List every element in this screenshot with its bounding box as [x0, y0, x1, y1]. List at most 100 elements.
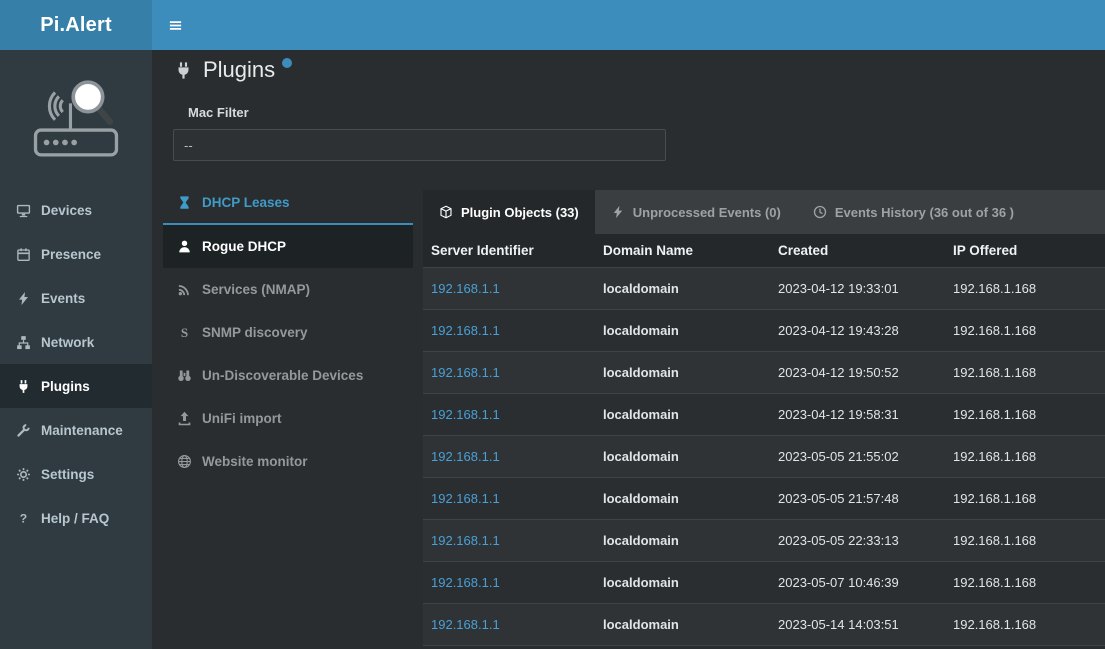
brand-logo[interactable]: Pi.Alert — [0, 0, 152, 50]
cell-server-identifier[interactable]: 192.168.1.1 — [423, 491, 595, 506]
info-badge[interactable] — [282, 58, 292, 68]
cell-server-identifier[interactable]: 192.168.1.1 — [423, 617, 595, 632]
tab-label: Events History (36 out of 36 ) — [835, 205, 1014, 220]
s-icon: S — [175, 325, 193, 340]
cell-domain-name: localdomain — [595, 533, 770, 548]
plugin-list: DHCP Leases Rogue DHCP Services (NMAP) S SNM… — [163, 182, 413, 483]
events-icon — [14, 291, 32, 306]
sidebar-item-label: Help / FAQ — [41, 511, 109, 526]
tab-label: Plugin Objects (33) — [461, 205, 579, 220]
plugin-item-rogue-dhcp[interactable]: Rogue DHCP — [163, 225, 413, 268]
table-row: 192.168.1.1localdomain2023-04-12 19:43:2… — [423, 310, 1105, 352]
cell-ip-offered: 192.168.1.168 — [945, 323, 1105, 338]
sidebar-item-label: Devices — [41, 203, 92, 218]
page-header: Plugins — [174, 55, 292, 85]
table-row: 192.168.1.1localdomain2023-05-05 22:33:1… — [423, 520, 1105, 562]
cell-domain-name: localdomain — [595, 449, 770, 464]
cell-created: 2023-04-12 19:50:52 — [770, 365, 945, 380]
plugin-item-snmp-discovery[interactable]: S SNMP discovery — [163, 311, 413, 354]
sidebar-item-label: Plugins — [41, 379, 90, 394]
cell-ip-offered: 192.168.1.168 — [945, 281, 1105, 296]
plugin-item-label: SNMP discovery — [202, 325, 308, 340]
plugin-item-label: DHCP Leases — [202, 195, 290, 210]
svg-text:?: ? — [19, 511, 26, 525]
network-icon — [14, 335, 32, 350]
bolt-icon — [611, 205, 625, 219]
plugin-item-unifi-import[interactable]: UniFi import — [163, 397, 413, 440]
table-row: 192.168.1.1localdomain2023-05-07 10:46:3… — [423, 562, 1105, 604]
hourglass-icon — [175, 195, 193, 210]
cell-ip-offered: 192.168.1.168 — [945, 617, 1105, 632]
plugin-item-website-monitor[interactable]: Website monitor — [163, 440, 413, 483]
sidebar-item-label: Events — [41, 291, 85, 306]
plugin-item-label: Services (NMAP) — [202, 282, 310, 297]
page-title: Plugins — [203, 55, 275, 85]
cell-created: 2023-04-12 19:58:31 — [770, 407, 945, 422]
cell-server-identifier[interactable]: 192.168.1.1 — [423, 281, 595, 296]
cell-created: 2023-05-05 21:55:02 — [770, 449, 945, 464]
plugins-icon — [14, 379, 32, 394]
tab-events-history-36-out-of-36[interactable]: Events History (36 out of 36 ) — [797, 190, 1030, 234]
plugin-item-label: Rogue DHCP — [202, 239, 286, 254]
plug-icon — [174, 61, 193, 80]
cell-created: 2023-05-05 21:57:48 — [770, 491, 945, 506]
plugin-item-label: Un-Discoverable Devices — [202, 368, 363, 383]
cell-server-identifier[interactable]: 192.168.1.1 — [423, 533, 595, 548]
sidebar-item-plugins[interactable]: Plugins — [0, 364, 152, 408]
cell-server-identifier[interactable]: 192.168.1.1 — [423, 365, 595, 380]
cell-domain-name: localdomain — [595, 365, 770, 380]
upload-icon — [175, 411, 193, 426]
sidebar-nav: Devices Presence Events Network Plugins Maint… — [0, 188, 152, 540]
tab-plugin-objects-33[interactable]: Plugin Objects (33) — [423, 190, 595, 234]
cell-domain-name: localdomain — [595, 575, 770, 590]
tab-bar: Plugin Objects (33) Unprocessed Events (0… — [423, 190, 1105, 234]
plugin-objects-table: Server IdentifierDomain NameCreatedIP Of… — [423, 234, 1105, 646]
column-header-domain-name[interactable]: Domain Name — [595, 243, 770, 258]
sidebar-item-devices[interactable]: Devices — [0, 188, 152, 232]
plugin-item-dhcp-leases[interactable]: DHCP Leases — [163, 182, 413, 225]
mac-filter-input[interactable] — [173, 129, 666, 161]
presence-icon — [14, 247, 32, 262]
tab-unprocessed-events-0[interactable]: Unprocessed Events (0) — [595, 190, 797, 234]
clock-icon — [813, 205, 827, 219]
app-logo — [0, 50, 152, 188]
help-icon: ? — [14, 511, 32, 526]
column-header-server-identifier[interactable]: Server Identifier — [423, 243, 595, 258]
sidebar-item-presence[interactable]: Presence — [0, 232, 152, 276]
sidebar-item-help-faq[interactable]: ? Help / FAQ — [0, 496, 152, 540]
cell-domain-name: localdomain — [595, 407, 770, 422]
cell-ip-offered: 192.168.1.168 — [945, 449, 1105, 464]
cell-created: 2023-05-05 22:33:13 — [770, 533, 945, 548]
globe-icon — [175, 454, 193, 469]
column-header-ip-offered[interactable]: IP Offered — [945, 243, 1105, 258]
cell-created: 2023-05-14 14:03:51 — [770, 617, 945, 632]
column-header-created[interactable]: Created — [770, 243, 945, 258]
cell-domain-name: localdomain — [595, 491, 770, 506]
cell-server-identifier[interactable]: 192.168.1.1 — [423, 407, 595, 422]
cell-created: 2023-05-07 10:46:39 — [770, 575, 945, 590]
sidebar-item-maintenance[interactable]: Maintenance — [0, 408, 152, 452]
sidebar-item-label: Maintenance — [41, 423, 123, 438]
sidebar-item-label: Network — [41, 335, 94, 350]
mac-filter-label: Mac Filter — [188, 105, 249, 120]
sidebar-item-settings[interactable]: Settings — [0, 452, 152, 496]
signal-icon — [175, 282, 193, 297]
tab-label: Unprocessed Events (0) — [633, 205, 781, 220]
cell-server-identifier[interactable]: 192.168.1.1 — [423, 323, 595, 338]
cell-ip-offered: 192.168.1.168 — [945, 365, 1105, 380]
sidebar-item-events[interactable]: Events — [0, 276, 152, 320]
cell-server-identifier[interactable]: 192.168.1.1 — [423, 575, 595, 590]
table-row: 192.168.1.1localdomain2023-05-05 21:57:4… — [423, 478, 1105, 520]
cell-ip-offered: 192.168.1.168 — [945, 407, 1105, 422]
plugin-item-services-nmap[interactable]: Services (NMAP) — [163, 268, 413, 311]
sidebar-item-label: Settings — [41, 467, 94, 482]
plugin-item-un-discoverable-devices[interactable]: Un-Discoverable Devices — [163, 354, 413, 397]
cube-icon — [439, 205, 453, 219]
cell-ip-offered: 192.168.1.168 — [945, 575, 1105, 590]
cell-server-identifier[interactable]: 192.168.1.1 — [423, 449, 595, 464]
cell-domain-name: localdomain — [595, 323, 770, 338]
menu-toggle-button[interactable] — [152, 0, 198, 50]
binoculars-icon — [175, 368, 193, 383]
cell-domain-name: localdomain — [595, 281, 770, 296]
sidebar-item-network[interactable]: Network — [0, 320, 152, 364]
